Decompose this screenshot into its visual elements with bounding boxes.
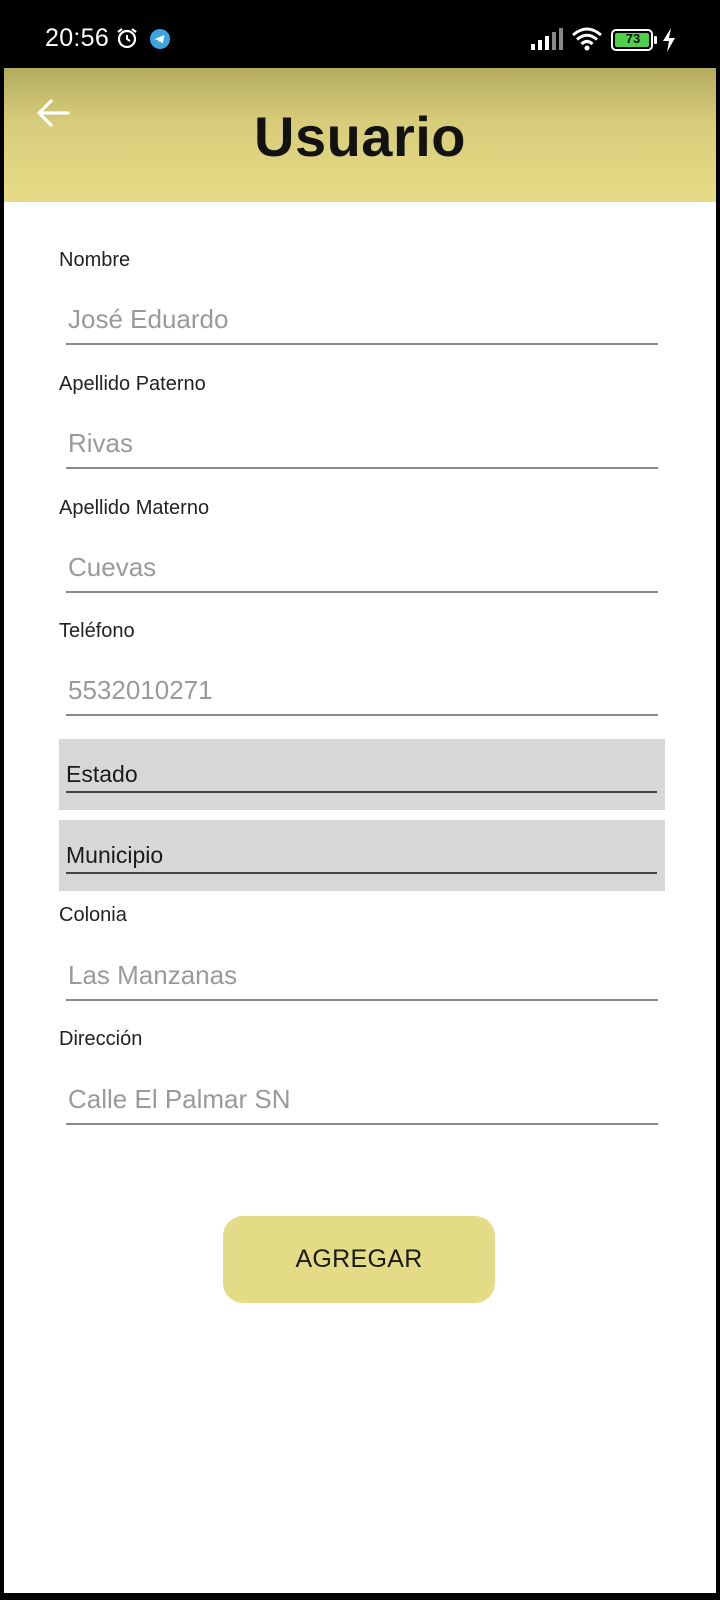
apellido-materno-input[interactable] [66,543,658,593]
battery-level: 73 [625,31,641,46]
municipio-select[interactable]: Municipio [59,820,665,891]
charging-icon [663,28,675,52]
app-bar: Usuario [4,68,716,202]
apellido-materno-label: Apellido Materno [59,497,210,519]
municipio-underline [66,872,657,874]
direccion-input[interactable] [66,1075,658,1125]
agregar-button[interactable]: AGREGAR [223,1216,495,1303]
colonia-input[interactable] [66,951,658,1001]
estado-underline [66,791,657,793]
app-screen: Usuario Nombre Apellido Paterno Apellido… [4,68,716,1593]
alarm-icon [117,28,137,49]
telefono-label: Teléfono [59,620,135,642]
page-title: Usuario [254,105,466,168]
nombre-label: Nombre [59,249,131,271]
telegram-icon [150,29,170,49]
direccion-label: Dirección [59,1028,143,1050]
estado-select[interactable]: Estado [59,739,665,810]
telefono-input[interactable] [66,666,658,716]
estado-select-value: Estado [66,761,138,787]
colonia-label: Colonia [59,904,127,926]
apellido-paterno-input[interactable] [66,419,658,469]
status-bar: 20:56 73 [0,0,720,68]
apellido-paterno-label: Apellido Paterno [59,373,206,395]
municipio-select-value: Municipio [66,842,164,868]
nombre-input[interactable] [66,295,658,345]
status-time: 20:56 [45,24,110,52]
signal-icon [531,28,563,50]
wifi-icon [572,27,602,51]
